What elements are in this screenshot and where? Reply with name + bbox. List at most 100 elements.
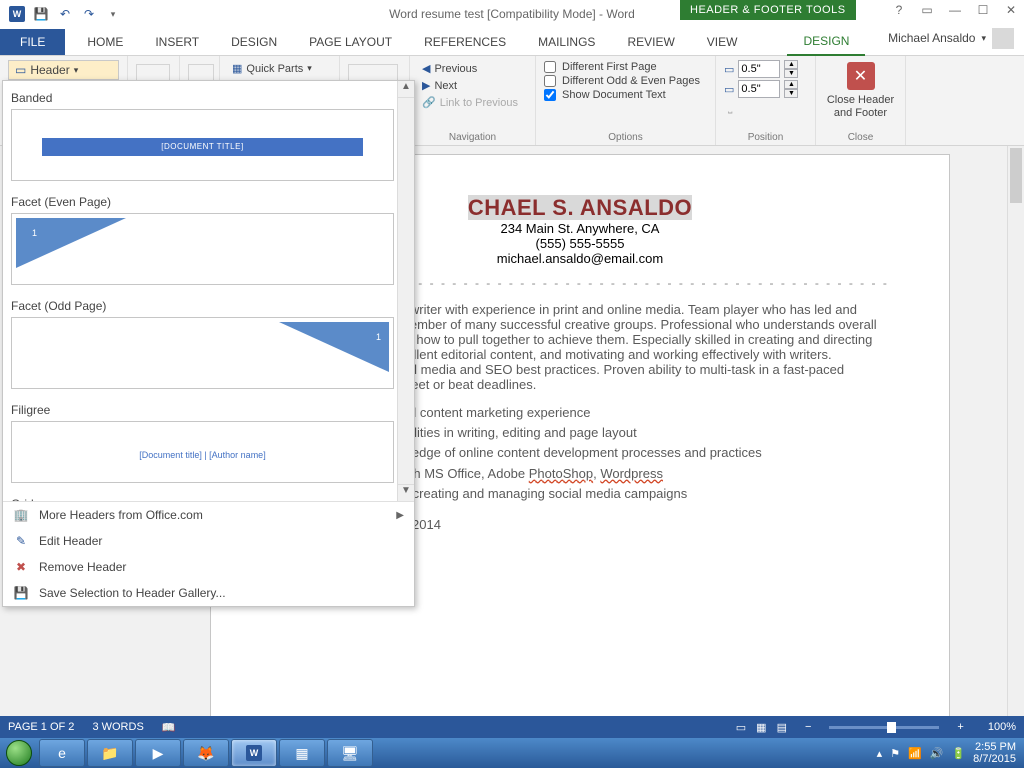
mailings-tab[interactable]: MAILINGS xyxy=(522,29,611,55)
file-tab[interactable]: FILE xyxy=(0,29,65,55)
tray-network-icon[interactable]: 📶 xyxy=(908,747,922,760)
view-tab[interactable]: VIEW xyxy=(691,29,754,55)
facet-page-num: 1 xyxy=(32,228,37,238)
spin-up[interactable]: ▲ xyxy=(784,60,798,69)
folder-icon: 📁 xyxy=(101,745,118,762)
hf-design-tab[interactable]: DESIGN xyxy=(787,28,865,56)
taskbar-explorer[interactable]: 📁 xyxy=(87,739,133,767)
home-tab[interactable]: HOME xyxy=(71,29,139,55)
filigree-text: [Document title] | [Author name] xyxy=(12,450,393,460)
word-icon: W xyxy=(246,745,262,761)
quick-parts-button[interactable]: ▦Quick Parts▾ xyxy=(228,60,331,77)
link-previous-button: 🔗Link to Previous xyxy=(418,94,527,111)
gallery-category: Banded xyxy=(9,85,412,109)
app-icon: ▦ xyxy=(295,745,308,762)
design-tab[interactable]: DESIGN xyxy=(215,29,293,55)
minimize-icon[interactable]: — xyxy=(948,3,962,17)
footer-bottom-input[interactable] xyxy=(738,80,780,98)
ie-icon: e xyxy=(58,745,66,761)
references-tab[interactable]: REFERENCES xyxy=(408,29,522,55)
save-to-gallery[interactable]: 💾Save Selection to Header Gallery... xyxy=(3,580,414,606)
spin-down[interactable]: ▼ xyxy=(784,69,798,78)
group-position: Position xyxy=(716,132,815,143)
more-headers-office[interactable]: 🏢More Headers from Office.com▶ xyxy=(3,502,414,528)
avatar xyxy=(992,27,1014,49)
gallery-category: Facet (Even Page) xyxy=(9,189,412,213)
edit-header[interactable]: ✎Edit Header xyxy=(3,528,414,554)
tray-expand-icon[interactable]: ▴ xyxy=(877,747,883,760)
tray-flag-icon[interactable]: ⚑ xyxy=(890,747,900,760)
firefox-icon: 🦊 xyxy=(197,745,214,762)
taskbar-word[interactable]: W xyxy=(231,739,277,767)
insert-tab[interactable]: INSERT xyxy=(139,29,215,55)
gallery-item-facet-even[interactable]: 1 xyxy=(11,213,394,285)
zoom-slider[interactable] xyxy=(829,726,939,729)
help-icon[interactable]: ? xyxy=(892,3,906,17)
spin-up[interactable]: ▲ xyxy=(784,80,798,89)
group-options: Options xyxy=(536,132,715,143)
taskbar-media[interactable]: ▶ xyxy=(135,739,181,767)
gallery-category: Facet (Odd Page) xyxy=(9,293,412,317)
taskbar-ie[interactable]: e xyxy=(39,739,85,767)
save-icon: 💾 xyxy=(13,585,29,601)
account-name: Michael Ansaldo xyxy=(888,31,975,45)
close-x-icon: ✕ xyxy=(847,62,875,90)
proofing-icon[interactable]: 📖 xyxy=(162,721,176,734)
taskbar-firefox[interactable]: 🦊 xyxy=(183,739,229,767)
footer-bottom-icon: ▭ xyxy=(724,83,734,96)
remove-header[interactable]: ✖Remove Header xyxy=(3,554,414,580)
show-doc-text-checkbox[interactable]: Show Document Text xyxy=(544,88,707,102)
word-icon[interactable]: W xyxy=(6,3,28,25)
gallery-item-facet-odd[interactable]: 1 xyxy=(11,317,394,389)
page-layout-tab[interactable]: PAGE LAYOUT xyxy=(293,29,408,55)
qat-customize-icon[interactable]: ▾ xyxy=(102,3,124,25)
previous-button[interactable]: ◀Previous xyxy=(418,60,527,77)
ribbon-options-icon[interactable]: ▭ xyxy=(920,3,934,17)
taskbar-app2[interactable]: 🖥 xyxy=(327,739,373,767)
zoom-in-icon[interactable]: + xyxy=(957,721,963,733)
gallery-item-banded[interactable]: [DOCUMENT TITLE] xyxy=(11,109,394,181)
header-gallery-dropdown: ▲▼ Banded [DOCUMENT TITLE] Facet (Even P… xyxy=(2,80,415,607)
web-layout-icon[interactable]: ▤ xyxy=(777,721,787,734)
maximize-icon[interactable]: ☐ xyxy=(976,3,990,17)
facet-page-num: 1 xyxy=(376,332,381,342)
start-button[interactable] xyxy=(0,738,38,768)
save-icon[interactable]: 💾 xyxy=(30,3,52,25)
zoom-out-icon[interactable]: − xyxy=(805,721,811,733)
office-icon: 🏢 xyxy=(13,507,29,523)
monitor-icon: 🖥 xyxy=(341,745,359,762)
header-top-icon: ▭ xyxy=(724,63,734,76)
close-icon[interactable]: ✕ xyxy=(1004,3,1018,17)
vertical-scrollbar[interactable] xyxy=(1007,146,1024,716)
header-top-input[interactable] xyxy=(738,60,780,78)
zoom-level[interactable]: 100% xyxy=(988,721,1016,733)
gallery-category: Filigree xyxy=(9,397,412,421)
diff-first-page-checkbox[interactable]: Different First Page xyxy=(544,60,707,74)
taskbar-app1[interactable]: ▦ xyxy=(279,739,325,767)
page-indicator[interactable]: PAGE 1 OF 2 xyxy=(8,721,74,733)
review-tab[interactable]: REVIEW xyxy=(611,29,690,55)
media-icon: ▶ xyxy=(153,745,164,762)
spin-down[interactable]: ▼ xyxy=(784,89,798,98)
undo-icon[interactable]: ↶ xyxy=(54,3,76,25)
window-title: Word resume test [Compatibility Mode] - … xyxy=(389,7,635,21)
tray-volume-icon[interactable]: 🔊 xyxy=(930,747,944,760)
close-header-footer-button[interactable]: ✕ Close Header and Footer xyxy=(824,60,897,120)
word-count[interactable]: 3 WORDS xyxy=(92,721,143,733)
header-gallery-button[interactable]: ▭Header▾ xyxy=(8,60,119,80)
diff-odd-even-checkbox[interactable]: Different Odd & Even Pages xyxy=(544,74,707,88)
contextual-tab-label: HEADER & FOOTER TOOLS xyxy=(680,0,856,20)
system-clock[interactable]: 2:55 PM8/7/2015 xyxy=(973,741,1016,765)
gallery-item-filigree[interactable]: [Document title] | [Author name] xyxy=(11,421,394,483)
gallery-scrollbar[interactable]: ▲▼ xyxy=(397,81,414,501)
next-button[interactable]: ▶Next xyxy=(418,77,527,94)
redo-icon[interactable]: ↷ xyxy=(78,3,100,25)
print-layout-icon[interactable]: ▦ xyxy=(756,721,766,734)
read-mode-icon[interactable]: ▭ xyxy=(736,721,746,734)
banded-title: [DOCUMENT TITLE] xyxy=(42,138,363,156)
group-navigation: Navigation xyxy=(410,132,535,143)
insert-align-tab-button[interactable]: ⎵ xyxy=(724,100,807,117)
tray-power-icon[interactable]: 🔋 xyxy=(951,747,965,760)
gallery-category: Grid xyxy=(9,491,412,501)
edit-icon: ✎ xyxy=(13,533,29,549)
